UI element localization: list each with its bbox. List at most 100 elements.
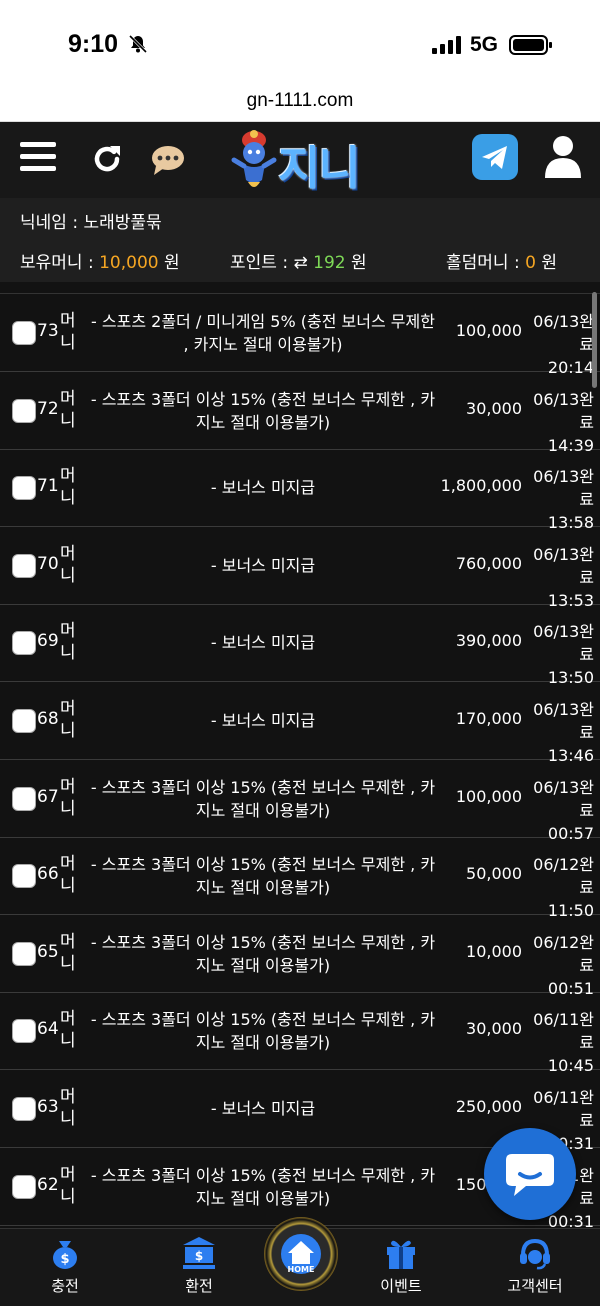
nav-event[interactable]: 이벤트 [346,1235,456,1296]
row-checkbox[interactable] [12,321,36,345]
table-row[interactable]: 70 머니 - 보너스 미지급 760,000 06/13완료 13:53 [0,527,600,610]
row-amount: 170,000 [455,709,522,728]
row-type: 머니 [60,466,76,509]
row-number: 70 [37,553,59,574]
row-title: - 스포츠 3폴더 이상 15% (충전 보너스 무제한 , 카지노 절대 이용… [90,1010,436,1053]
nav-support[interactable]: 고객센터 [480,1235,590,1296]
telegram-button[interactable] [472,134,518,180]
row-title: - 보너스 미지급 [210,478,316,498]
table-row[interactable]: 64 머니 - 스포츠 3폴더 이상 15% (충전 보너스 무제한 , 카지노 절… [0,992,600,1075]
row-date: 06/11완료 10:45 [522,1008,594,1077]
refresh-icon[interactable] [90,142,124,176]
row-title: - 보너스 미지급 [210,633,316,653]
row-status: 완료 [579,544,594,587]
row-title: - 스포츠 3폴더 이상 15% (충전 보너스 무제한 , 카지노 절대 이용… [90,855,436,898]
row-date-value: 06/12 [533,855,580,875]
row-title: - 보너스 미지급 [210,711,316,730]
battery-icon [509,35,552,55]
table-row[interactable]: 68 머니 - 보너스 미지급 170,000 06/13완료 13:46 [0,682,600,765]
row-checkbox[interactable] [12,1097,36,1121]
table-row[interactable]: 73 머니 - 스포츠 2폴더 / 미니게임 5% (충전 보너스 무제한 , 카지… [0,294,600,377]
row-date: 06/13완료 20:14 [522,310,594,379]
url-bar[interactable]: gn-1111.com [0,86,600,122]
row-type: 머니 [60,776,76,819]
row-type: 머니 [60,1009,76,1052]
row-checkbox[interactable] [12,941,36,966]
row-date-value: 06/12 [533,932,580,952]
nav-withdraw[interactable]: $ 환전 [144,1235,254,1296]
row-date-value: 06/13 [533,389,580,409]
table-row[interactable]: 67 머니 - 스포츠 3폴더 이상 15% (충전 보너스 무제한 , 카지노 절… [0,760,600,843]
nav-deposit[interactable]: $ 충전 [10,1235,120,1296]
row-type: 머니 [60,543,76,586]
table-row[interactable]: 65 머니 - 스포츠 3폴더 이상 15% (충전 보너스 무제한 , 카지노 절… [0,915,600,998]
network-type: 5G [470,33,499,56]
table-row[interactable]: 66 머니 - 스포츠 3폴더 이상 15% (충전 보너스 무제한 , 카지노 절… [0,837,600,920]
logo-text: 지니 [278,141,361,195]
money-value: 10,000 [99,253,159,273]
site-header: 지니 [0,122,600,198]
row-type: 머니 [60,1087,76,1129]
chat-icon[interactable] [150,144,186,176]
row-status: 완료 [579,467,594,510]
bonus-history-table[interactable]: 73 머니 - 스포츠 2폴더 / 미니게임 5% (충전 보너스 무제한 , 카지… [0,282,600,1228]
gift-icon [387,1240,415,1269]
row-checkbox[interactable] [12,864,36,889]
row-date: 06/12완료 11:50 [522,853,594,922]
table-row[interactable]: 72 머니 - 스포츠 3폴더 이상 15% (충전 보너스 무제한 , 카지노 절… [0,372,600,455]
row-checkbox[interactable] [12,476,36,501]
row-title: - 스포츠 3폴더 이상 15% (충전 보너스 무제한 , 카지노 절대 이용… [90,777,436,820]
row-title: - 보너스 미지급 [210,555,316,575]
row-type: 머니 [60,311,76,353]
row-date-value: 06/13 [533,467,580,487]
row-checkbox[interactable] [12,709,36,733]
money-balance: 보유머니 : 10,000 원 [20,248,180,273]
nav-withdraw-label: 환전 [185,1277,213,1295]
row-checkbox[interactable] [12,398,36,423]
scrollbar[interactable] [592,292,597,388]
row-amount: 1,800,000 [440,476,522,496]
bottom-nav: $ 충전 $ 환전 HOME 이벤트 고객센터 [0,1217,600,1306]
holdem-label: 홀덤머니 : [446,253,526,273]
bank-icon: $ [183,1237,215,1269]
point-unit: 원 [345,253,367,273]
money-bag-icon: $ [53,1241,77,1269]
nickname-value: 노래방풀묶 [83,213,162,233]
row-checkbox[interactable] [12,1174,36,1199]
row-type: 머니 [60,854,76,897]
menu-icon[interactable] [20,142,56,174]
live-chat-button[interactable] [484,1128,576,1220]
row-title: - 스포츠 3폴더 이상 15% (충전 보너스 무제한 , 카지노 절대 이용… [90,932,436,975]
row-title: - 스포츠 2폴더 / 미니게임 5% (충전 보너스 무제한 , 카지노 절대… [91,312,435,354]
row-type: 머니 [60,388,76,431]
row-number: 66 [37,864,59,885]
holdem-value: 0 [525,253,536,273]
row-date-value: 06/13 [533,622,580,642]
row-number: 72 [37,398,59,419]
svg-text:$: $ [60,1252,69,1267]
row-checkbox[interactable] [12,1019,36,1044]
status-bar: 9:10 5G [0,0,600,86]
site-logo[interactable]: 지니 [228,126,374,195]
row-checkbox[interactable] [12,631,36,656]
user-icon[interactable] [544,134,582,178]
point-value: 192 [313,253,346,273]
chat-bubble-icon [506,1154,554,1196]
row-checkbox[interactable] [12,786,36,811]
table-row[interactable]: 71 머니 - 보너스 미지급 1,800,000 06/13완료 13:58 [0,449,600,532]
row-time: 00:31 [547,1211,594,1228]
row-status: 완료 [579,1010,594,1053]
row-number: 71 [37,476,59,497]
row-amount: 30,000 [466,1019,522,1039]
row-number: 73 [37,321,59,341]
row-checkbox[interactable] [12,553,36,578]
nav-home[interactable]: HOME [264,1217,338,1291]
table-row[interactable]: 69 머니 - 보너스 미지급 390,000 06/13완료 13:50 [0,604,600,687]
point-label: 포인트 : [230,253,294,273]
row-amount: 100,000 [455,786,522,806]
holdem-unit: 원 [535,253,557,273]
row-status: 완료 [579,1088,594,1130]
row-amount: 30,000 [466,398,522,418]
point-balance[interactable]: 포인트 : ⇄ 192 원 [230,248,367,273]
row-status: 완료 [579,777,594,820]
